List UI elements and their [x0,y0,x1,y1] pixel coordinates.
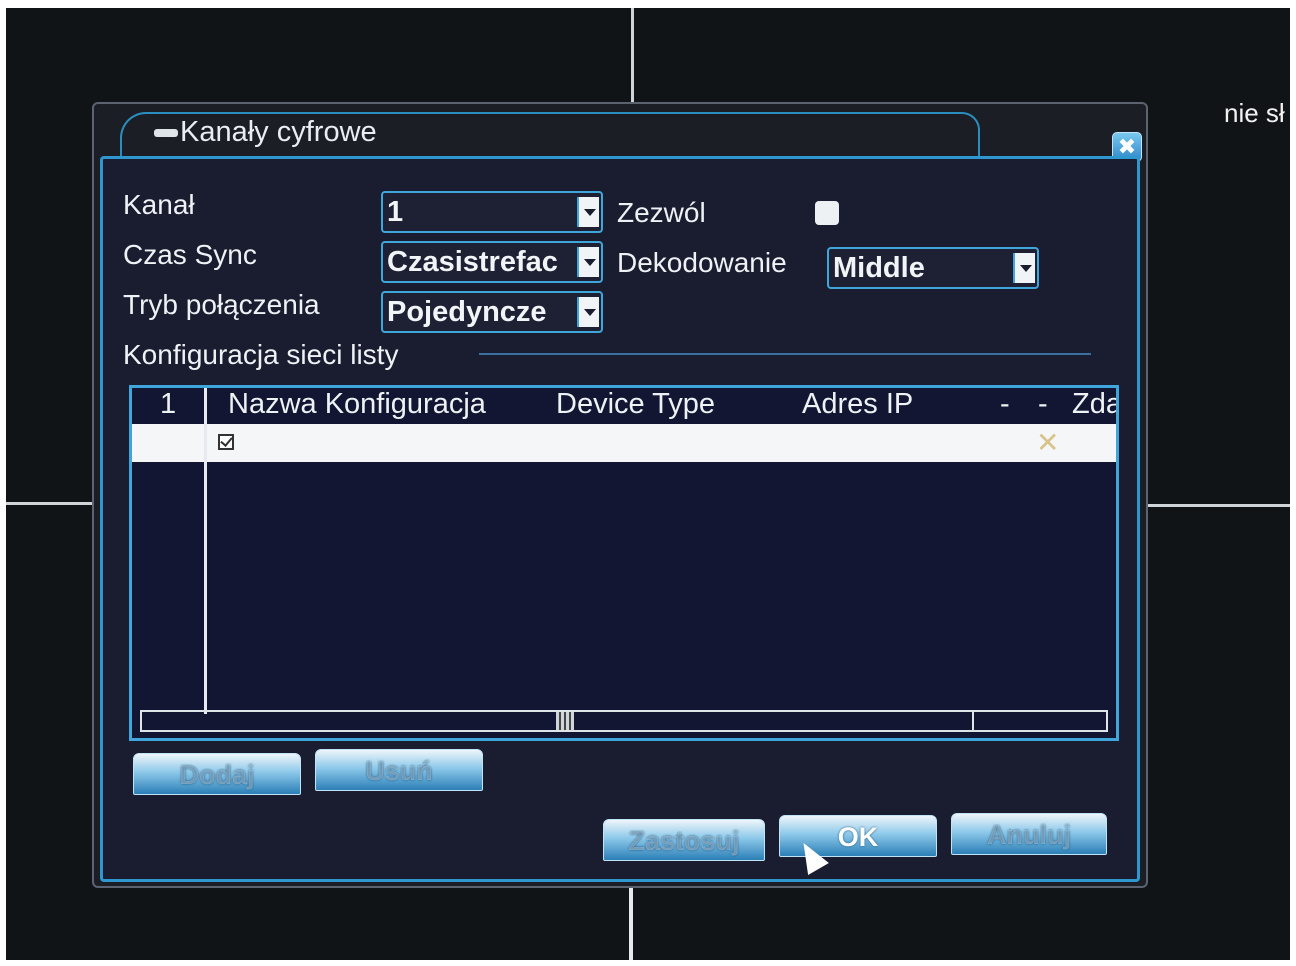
dialog-title: Kanały cyfrowe [154,116,377,149]
grid-divider-right [1144,504,1290,507]
enable-checkbox[interactable] [815,201,839,225]
table-row[interactable]: ✕ [132,424,1116,462]
time-sync-label: Czas Sync [123,239,257,270]
column-header-dash-1: - [1000,388,1010,420]
row-checkbox[interactable] [218,434,234,450]
column-header-device-type[interactable]: Device Type [556,388,715,421]
column-header-remote[interactable]: Zda [1072,388,1116,421]
grid-divider-bottom [629,888,633,960]
section-divider [479,353,1091,355]
remove-button[interactable]: Usuń [315,749,483,791]
channel-icon [154,129,178,138]
chevron-down-icon [1013,253,1035,283]
enable-label: Zezwól [617,197,706,228]
chevron-down-icon [577,247,599,277]
delete-icon[interactable]: ✕ [1036,426,1059,459]
channel-select[interactable]: 1 [381,191,603,233]
chevron-down-icon [577,297,599,327]
decoding-label: Dekodowanie [617,247,787,278]
settings-panel: Kanał 1 Zezwól Czas Sync Czasistrefac De… [100,156,1140,882]
time-sync-select[interactable]: Czasistrefac [381,241,603,283]
column-header-index: 1 [160,388,177,420]
connection-mode-label: Tryb połączenia [123,289,320,320]
grid-divider-top [631,8,634,108]
decoding-select[interactable]: Middle [827,247,1039,289]
network-list-label: Konfiguracja sieci listy [123,339,399,370]
channel-label: Kanał [123,189,195,220]
digital-channels-dialog: Kanały cyfrowe ✖ Kanał 1 Zezwól Czas Syn… [92,102,1148,888]
column-header-ip[interactable]: Adres IP [802,388,913,421]
column-divider [204,388,207,714]
add-button[interactable]: Dodaj [133,753,301,795]
apply-button[interactable]: Zastosuj [603,819,765,861]
horizontal-scrollbar[interactable] [140,710,1108,732]
network-config-table: 1 Nazwa Konfiguracja Device Type Adres I… [129,385,1119,741]
scrollbar-divider [972,712,974,730]
grid-divider-left [6,502,98,505]
connection-mode-select[interactable]: Pojedyncze [381,291,603,333]
column-header-dash-2: - [1038,388,1048,420]
background-text: nie sł [1224,98,1285,128]
scrollbar-thumb[interactable] [556,712,574,730]
chevron-down-icon [577,197,599,227]
cancel-button[interactable]: Anuluj [951,813,1107,855]
column-header-name[interactable]: Nazwa Konfiguracja [228,388,486,421]
